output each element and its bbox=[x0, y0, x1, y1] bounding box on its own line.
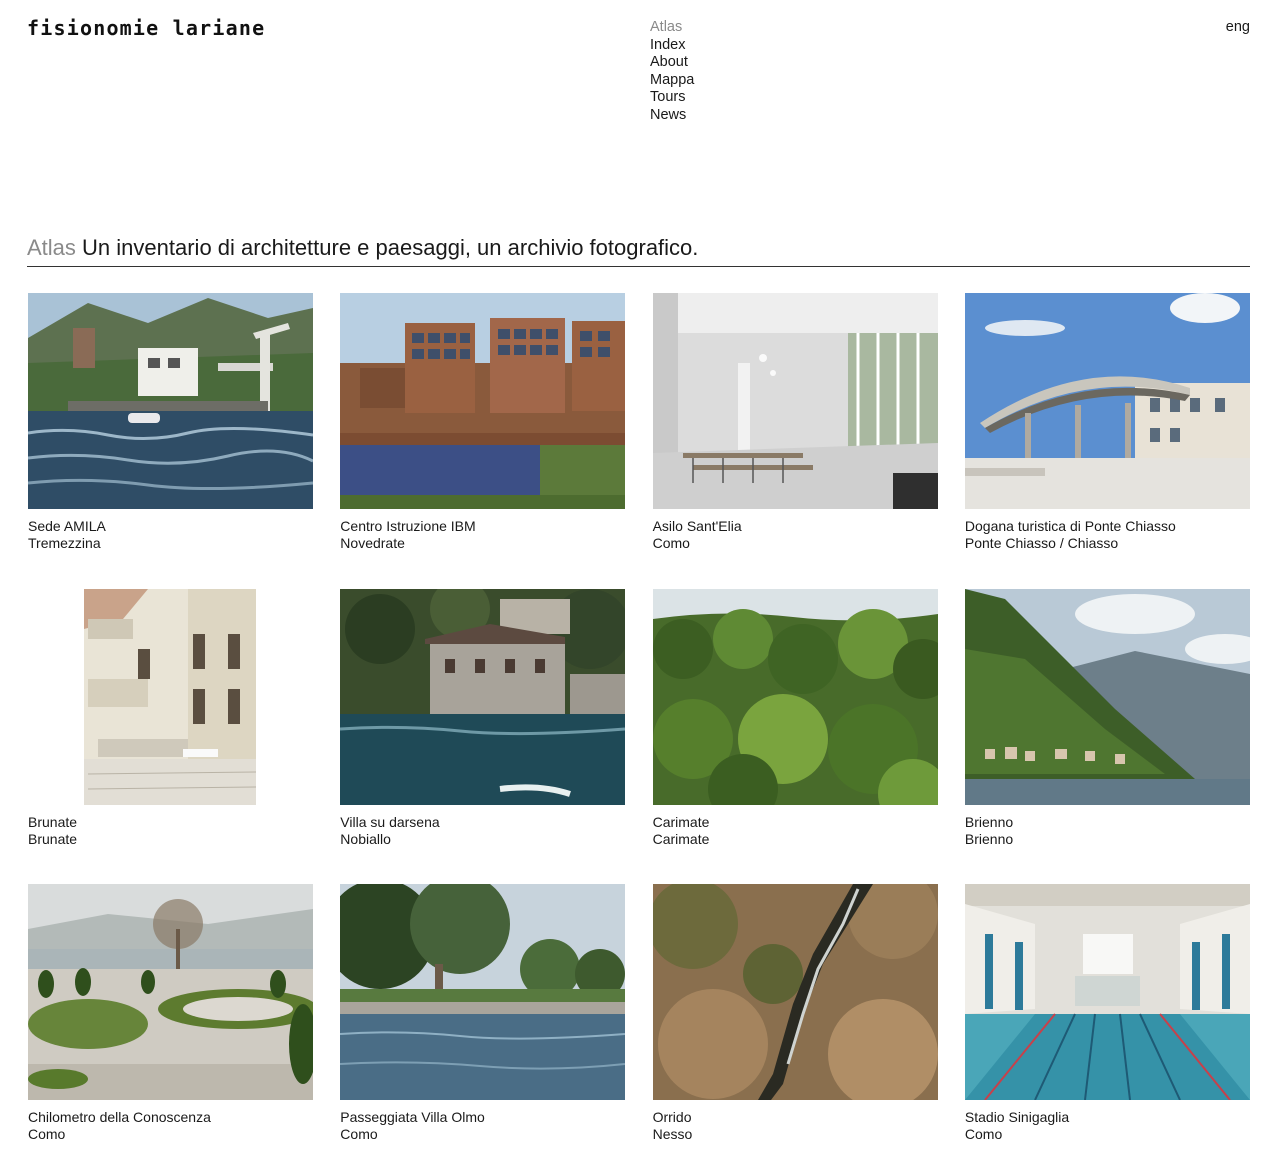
atlas-card[interactable]: Orrido Nesso bbox=[652, 884, 938, 1152]
site-logo[interactable]: fisionomie lariane bbox=[27, 16, 265, 40]
atlas-photo[interactable] bbox=[652, 588, 938, 805]
atlas-location: Nesso bbox=[652, 1126, 693, 1142]
atlas-title: Stadio Sinigaglia bbox=[964, 1109, 1070, 1125]
atlas-photo[interactable] bbox=[964, 293, 1250, 509]
nav-item-atlas[interactable]: Atlas bbox=[650, 19, 694, 37]
atlas-card[interactable]: Passeggiata Villa Olmo Como bbox=[340, 884, 626, 1152]
atlas-location: Carimate bbox=[652, 830, 710, 847]
atlas-title: Asilo Sant'Elia bbox=[652, 518, 742, 534]
atlas-title: Carimate bbox=[652, 813, 710, 830]
atlas-location: Tremezzina bbox=[28, 535, 101, 551]
atlas-card[interactable]: Centro Istruzione IBM Novedrate bbox=[340, 293, 626, 589]
atlas-card[interactable]: Asilo Sant'Elia Como bbox=[652, 293, 938, 589]
atlas-location: Como bbox=[652, 535, 690, 551]
atlas-card[interactable]: Sede AMILA Tremezzina bbox=[28, 293, 313, 589]
atlas-location: Nobiallo bbox=[340, 830, 391, 847]
atlas-photo[interactable] bbox=[340, 293, 626, 509]
atlas-photo[interactable] bbox=[652, 293, 938, 509]
atlas-card[interactable]: Carimate Carimate bbox=[652, 588, 938, 885]
atlas-title: Brunate bbox=[28, 813, 78, 830]
atlas-location: Ponte Chiasso / Chiasso bbox=[964, 535, 1119, 551]
atlas-photo[interactable] bbox=[964, 884, 1250, 1100]
atlas-title: Dogana turistica di Ponte Chiasso bbox=[964, 518, 1176, 534]
atlas-location: Novedrate bbox=[340, 535, 405, 551]
atlas-location: Brienno bbox=[964, 830, 1014, 847]
nav-item-news[interactable]: News bbox=[650, 107, 694, 125]
atlas-photo[interactable] bbox=[652, 884, 938, 1100]
atlas-location: Brunate bbox=[28, 830, 78, 847]
atlas-title: Passeggiata Villa Olmo bbox=[340, 1109, 485, 1125]
atlas-title: Centro Istruzione IBM bbox=[340, 518, 476, 534]
atlas-photo[interactable] bbox=[28, 588, 313, 805]
atlas-photo[interactable] bbox=[28, 884, 313, 1100]
atlas-card[interactable]: Brunate Brunate bbox=[28, 588, 313, 885]
atlas-location: Como bbox=[28, 1126, 66, 1142]
main-nav: Atlas Index About Mappa Tours News bbox=[650, 19, 694, 125]
nav-item-tours[interactable]: Tours bbox=[650, 89, 694, 107]
atlas-card[interactable]: Stadio Sinigaglia Como bbox=[964, 884, 1250, 1152]
atlas-title: Villa su darsena bbox=[340, 813, 440, 830]
atlas-photo[interactable] bbox=[340, 588, 626, 805]
section-description: Un inventario di architetture e paesaggi… bbox=[82, 235, 699, 260]
atlas-title: Orrido bbox=[652, 1109, 692, 1125]
atlas-title: Sede AMILA bbox=[28, 518, 106, 534]
atlas-photo[interactable] bbox=[340, 884, 626, 1100]
nav-item-about[interactable]: About bbox=[650, 54, 694, 72]
atlas-location: Como bbox=[340, 1126, 378, 1142]
nav-item-mappa[interactable]: Mappa bbox=[650, 72, 694, 90]
section-label: Atlas bbox=[27, 235, 76, 260]
atlas-card[interactable]: Villa su darsena Nobiallo bbox=[340, 588, 626, 885]
atlas-card[interactable]: Dogana turistica di Ponte Chiasso Ponte … bbox=[964, 293, 1250, 589]
atlas-grid: Sede AMILA Tremezzina Centro Istruzione … bbox=[28, 293, 1250, 1152]
atlas-title: Brienno bbox=[964, 813, 1014, 830]
atlas-card[interactable]: Brienno Brienno bbox=[964, 588, 1250, 885]
atlas-photo[interactable] bbox=[964, 588, 1250, 805]
atlas-location: Como bbox=[964, 1126, 1003, 1142]
atlas-title: Chilometro della Conoscenza bbox=[28, 1109, 211, 1125]
atlas-photo[interactable] bbox=[28, 293, 313, 509]
page-headline: Atlas Un inventario di architetture e pa… bbox=[27, 234, 1250, 267]
language-switch[interactable]: eng bbox=[1226, 19, 1250, 35]
atlas-card[interactable]: Chilometro della Conoscenza Como bbox=[28, 884, 313, 1152]
nav-item-index[interactable]: Index bbox=[650, 37, 694, 55]
